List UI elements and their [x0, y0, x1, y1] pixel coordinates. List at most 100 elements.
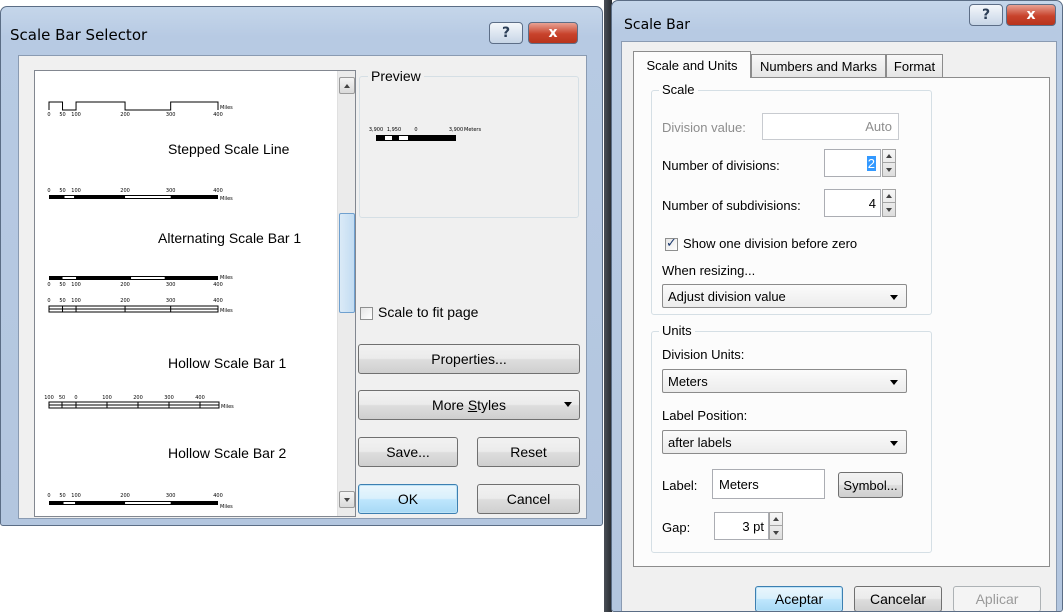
style-name-alternating-scale-bar-1[interactable]: Alternating Scale Bar 1	[158, 230, 301, 246]
tick-label: 0	[47, 112, 50, 118]
num-divisions-label: Number of divisions:	[662, 158, 780, 173]
cancel-button[interactable]: Cancel	[477, 484, 580, 514]
preview-tick-label: 3,900	[369, 127, 383, 133]
tick-label: 100	[102, 395, 112, 401]
window-title: Scale Bar	[624, 17, 691, 33]
window-title: Scale Bar Selector	[10, 26, 148, 44]
division-units-select[interactable]: Meters	[662, 369, 907, 393]
num-subdivisions-value: 4	[868, 195, 876, 211]
tab-scale-and-units[interactable]: Scale and Units	[633, 51, 751, 78]
scroll-up-button[interactable]	[339, 77, 355, 94]
unit-label: Miles	[220, 275, 233, 281]
tick-label: 50	[59, 395, 65, 401]
accept-button[interactable]: Aceptar	[755, 586, 843, 611]
stepper-up-button[interactable]	[883, 190, 895, 203]
preview-unit-label: Meters	[464, 127, 481, 133]
tick-label: 400	[213, 112, 223, 118]
preview-bar-segment	[385, 136, 392, 140]
label-position-select[interactable]: after labels	[662, 430, 907, 454]
gap-field[interactable]: 3 pt	[714, 512, 769, 540]
show-one-division-checkbox[interactable]	[665, 236, 678, 251]
scale-to-fit-label[interactable]: Scale to fit page	[378, 304, 478, 320]
symbol-button[interactable]: Symbol...	[838, 472, 903, 498]
tick-label: 100	[44, 395, 54, 401]
num-divisions-value: 2	[866, 155, 876, 171]
save-button[interactable]: Save...	[358, 437, 458, 467]
num-subdivisions-label: Number of subdivisions:	[662, 198, 801, 213]
when-resizing-select[interactable]: Adjust division value	[662, 284, 907, 308]
division-value-text: Auto	[865, 119, 892, 134]
stepper-up-button[interactable]	[883, 150, 895, 163]
units-group: Units Division Units: Meters Label Posit…	[651, 323, 932, 553]
close-button[interactable]: x	[1006, 4, 1056, 26]
more-styles-button[interactable]: More Styles	[358, 390, 580, 420]
stepper-down-button[interactable]	[883, 203, 895, 216]
when-resizing-value: Adjust division value	[668, 288, 786, 304]
stepper-down-button[interactable]	[883, 163, 895, 176]
num-subdivisions-field[interactable]: 4	[824, 189, 881, 217]
tick-label: 300	[166, 112, 176, 118]
more-styles-label: More Styles	[432, 397, 506, 413]
dropdown-arrow-icon	[564, 402, 572, 407]
scale-bar-selector-window: Scale Bar Selector ? x 0 50 100 200 300 400 Mi…	[0, 6, 603, 526]
tick-label: 100	[71, 282, 81, 288]
gap-label: Gap:	[662, 520, 691, 535]
tab-panel: Scale Division value: Auto Number of div…	[633, 77, 1050, 567]
scale-to-fit-checkbox[interactable]	[360, 307, 373, 320]
tick-label: 0	[47, 493, 50, 499]
stepper-down-button[interactable]	[770, 526, 782, 539]
tick-label: 50	[59, 188, 65, 194]
unit-label: Miles	[220, 196, 233, 202]
tick-label: 400	[213, 298, 223, 304]
tick-label: 50	[59, 282, 65, 288]
num-divisions-field[interactable]: 2	[824, 149, 881, 177]
label-field-value: Meters	[719, 476, 759, 492]
preview-tick-label: 1,950	[387, 127, 401, 133]
help-button[interactable]: ?	[489, 22, 523, 44]
stepped-scale-line	[48, 101, 219, 111]
chevron-down-icon	[886, 167, 892, 172]
tick-label: 100	[71, 298, 81, 304]
scale-bar-segment	[63, 502, 76, 504]
style-name-hollow-scale-bar-2[interactable]: Hollow Scale Bar 2	[168, 445, 286, 461]
close-button[interactable]: x	[528, 22, 578, 44]
scale-bar-window: Scale Bar ? x Scale and Units Numbers an…	[611, 0, 1063, 612]
gap-stepper[interactable]	[769, 512, 783, 540]
stepper-up-button[interactable]	[770, 513, 782, 526]
tick-label: 200	[120, 298, 130, 304]
chevron-up-icon	[886, 154, 892, 158]
dropdown-arrow-icon	[890, 380, 898, 385]
unit-label: Miles	[220, 308, 233, 314]
chevron-down-icon	[344, 497, 350, 502]
apply-button[interactable]: Aplicar	[953, 586, 1041, 611]
cancel-button[interactable]: Cancelar	[854, 586, 942, 611]
division-units-value: Meters	[668, 373, 708, 389]
chevron-up-icon	[344, 83, 350, 88]
unit-label: Miles	[220, 504, 233, 510]
help-button[interactable]: ?	[969, 4, 1003, 26]
properties-button[interactable]: Properties...	[358, 344, 580, 374]
more-styles-accelerator: S	[467, 397, 478, 413]
tick-label: 300	[166, 282, 176, 288]
reset-button[interactable]: Reset	[477, 437, 580, 467]
tab-numbers-and-marks[interactable]: Numbers and Marks	[751, 54, 886, 78]
label-field[interactable]: Meters	[712, 469, 825, 499]
style-list[interactable]: 0 50 100 200 300 400 Miles 0 50 100 200 300 400 Miles…	[34, 70, 356, 517]
num-divisions-stepper[interactable]	[882, 149, 896, 177]
unit-label: Miles	[221, 404, 234, 410]
scale-bar-segment	[125, 196, 171, 198]
num-subdivisions-stepper[interactable]	[882, 189, 896, 217]
tab-format[interactable]: Format	[886, 54, 943, 78]
tick-label: 200	[120, 493, 130, 499]
tick-label: 400	[195, 395, 205, 401]
style-name-stepped-scale-line[interactable]: Stepped Scale Line	[168, 141, 289, 157]
scroll-thumb[interactable]	[339, 213, 355, 313]
show-one-division-label[interactable]: Show one division before zero	[683, 236, 857, 251]
tick-label: 200	[120, 282, 130, 288]
ok-button[interactable]: OK	[358, 484, 458, 514]
preview-scale-bar: 3,900 1,950 0 3,900 Meters	[369, 127, 481, 141]
preview-tick-label: 0	[414, 127, 417, 133]
style-list-scrollbar[interactable]	[337, 71, 355, 516]
scroll-down-button[interactable]	[339, 491, 355, 508]
style-name-hollow-scale-bar-1[interactable]: Hollow Scale Bar 1	[168, 355, 286, 371]
